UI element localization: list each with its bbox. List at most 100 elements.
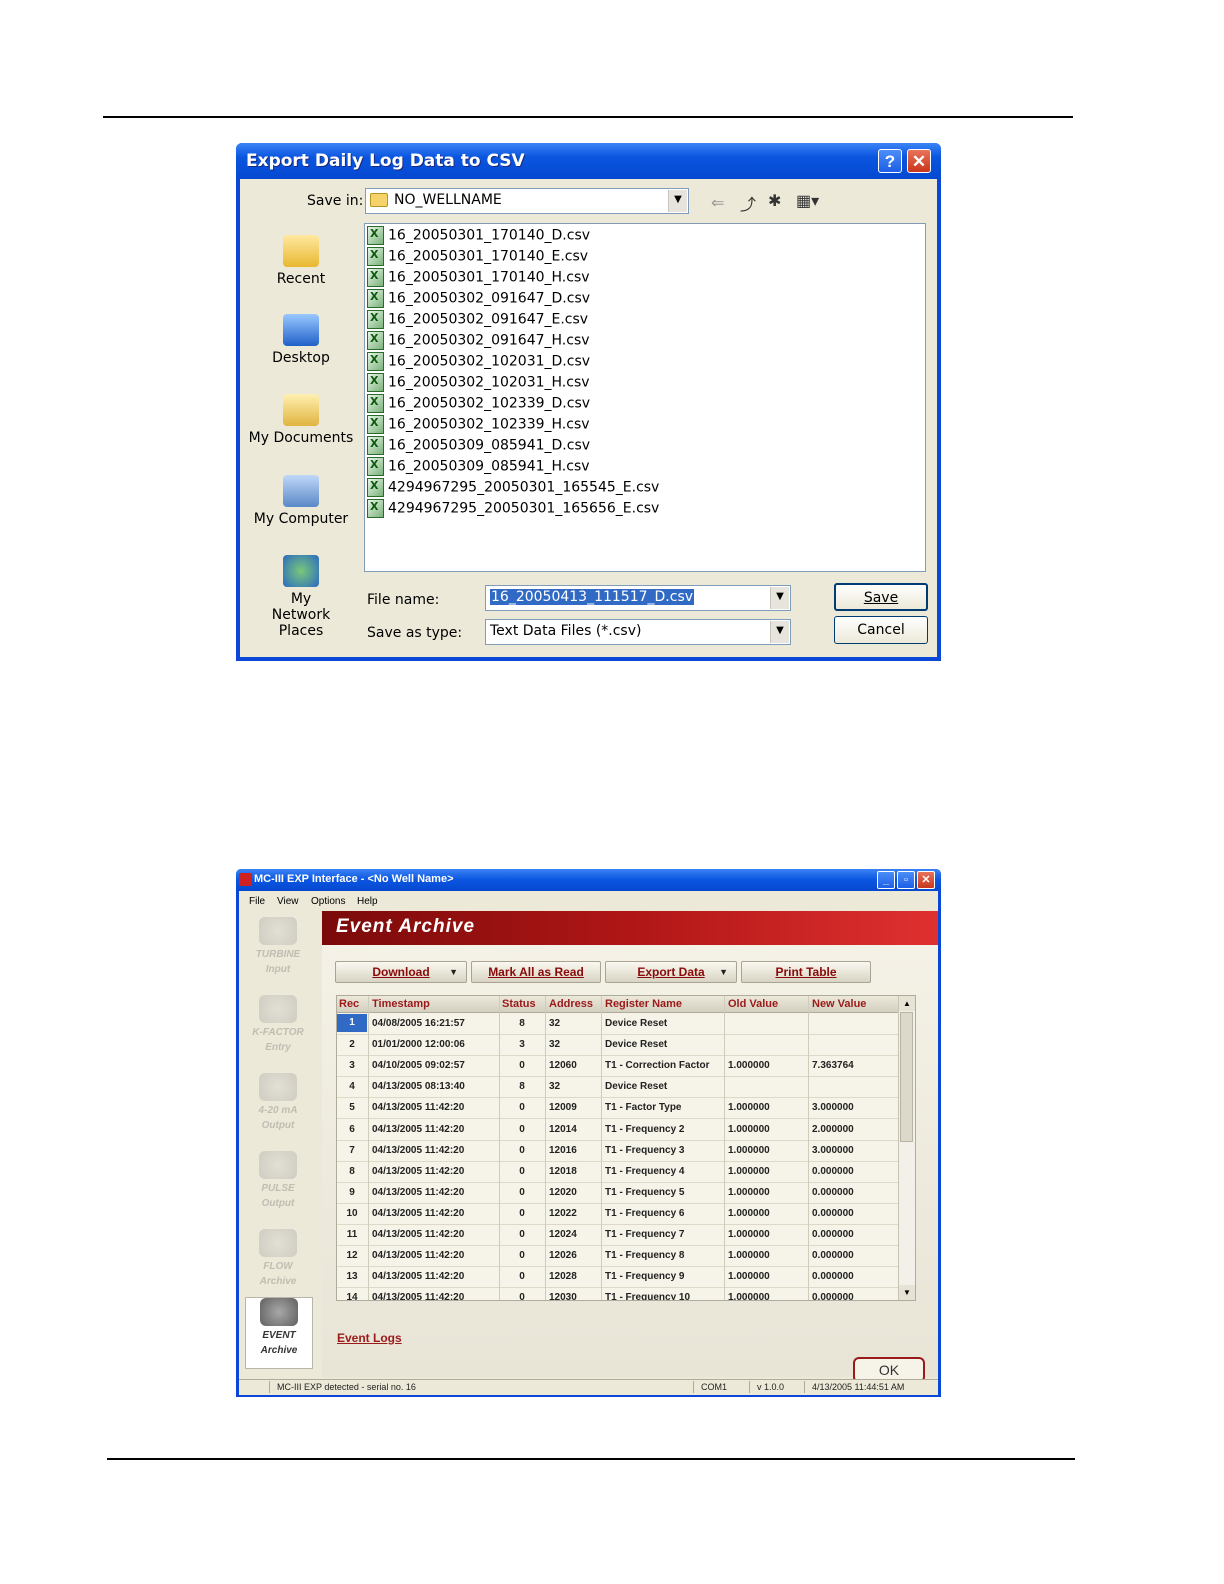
col-status[interactable]: Status bbox=[502, 998, 536, 1010]
print-table-button[interactable]: Print Table bbox=[741, 961, 871, 983]
table-row[interactable]: 1 04/08/2005 16:21:57 8 32 Device Reset bbox=[337, 1013, 899, 1035]
export-data-button[interactable]: Export Data ▼ bbox=[605, 961, 737, 983]
event-table[interactable]: Rec Timestamp Status Address Register Na… bbox=[336, 995, 916, 1301]
maximize-icon[interactable]: ▫ bbox=[897, 871, 915, 889]
col-new-value[interactable]: New Value bbox=[812, 998, 866, 1010]
close-icon[interactable]: ✕ bbox=[917, 871, 935, 889]
save-as-type-select[interactable]: Text Data Files (*.csv) ▼ bbox=[485, 619, 791, 645]
table-row[interactable]: 2 01/01/2000 12:00:06 3 32 Device Reset bbox=[337, 1034, 899, 1057]
chevron-down-icon[interactable]: ▼ bbox=[770, 587, 789, 609]
file-item[interactable]: 16_20050309_085941_D.csv bbox=[367, 436, 590, 457]
save-in-combo[interactable]: NO_WELLNAME ▼ bbox=[365, 188, 689, 214]
menu-bar: File View Options Help bbox=[239, 891, 938, 911]
place-recent[interactable]: Recent bbox=[242, 235, 360, 287]
place-desktop[interactable]: Desktop bbox=[242, 314, 360, 366]
scroll-up-icon[interactable]: ▲ bbox=[899, 996, 915, 1011]
back-icon[interactable]: ⇐ bbox=[711, 193, 724, 213]
cell-address: 12016 bbox=[549, 1144, 577, 1156]
file-item[interactable]: 4294967295_20050301_165656_E.csv bbox=[367, 499, 659, 520]
cell-register-name: Device Reset bbox=[605, 1039, 668, 1051]
cell-register-name: T1 - Frequency 10 bbox=[605, 1292, 691, 1301]
sidebar-item-turbine[interactable]: TURBINE Input bbox=[245, 917, 311, 977]
close-icon[interactable]: ✕ bbox=[907, 149, 931, 173]
csv-file-icon bbox=[367, 415, 384, 434]
chevron-down-icon[interactable]: ▼ bbox=[770, 621, 789, 643]
cell-rec: 6 bbox=[349, 1123, 355, 1135]
cell-new-value: 0.000000 bbox=[812, 1292, 854, 1301]
table-row[interactable]: 12 04/13/2005 11:42:20 0 12026 T1 - Frequenc… bbox=[337, 1245, 899, 1268]
file-item[interactable]: 16_20050301_170140_E.csv bbox=[367, 247, 588, 268]
table-row[interactable]: 6 04/13/2005 11:42:20 0 12014 T1 - Frequency… bbox=[337, 1119, 899, 1141]
chevron-down-icon[interactable]: ▼ bbox=[668, 190, 687, 212]
menu-help[interactable]: Help bbox=[357, 896, 378, 907]
table-row[interactable]: 4 04/13/2005 08:13:40 8 32 Device Reset bbox=[337, 1076, 899, 1099]
file-item[interactable]: 16_20050302_091647_E.csv bbox=[367, 310, 588, 331]
cancel-button[interactable]: Cancel bbox=[834, 616, 928, 644]
mark-all-read-button[interactable]: Mark All as Read bbox=[471, 961, 601, 983]
file-item[interactable]: 16_20050302_102031_H.csv bbox=[367, 373, 590, 394]
cell-timestamp: 04/13/2005 11:42:20 bbox=[372, 1186, 465, 1198]
minimize-icon[interactable]: _ bbox=[877, 871, 895, 889]
cell-timestamp: 04/13/2005 11:42:20 bbox=[372, 1102, 465, 1114]
menu-options[interactable]: Options bbox=[311, 896, 345, 907]
table-row[interactable]: 14 04/13/2005 11:42:20 0 12030 T1 - Frequenc… bbox=[337, 1287, 899, 1301]
table-row[interactable]: 9 04/13/2005 11:42:20 0 12020 T1 - Frequency… bbox=[337, 1182, 899, 1204]
table-row[interactable]: 13 04/13/2005 11:42:20 0 12028 T1 - Frequenc… bbox=[337, 1266, 899, 1289]
cell-new-value: 0.000000 bbox=[812, 1186, 854, 1198]
file-item[interactable]: 16_20050302_102339_H.csv bbox=[367, 415, 590, 436]
file-name-field[interactable]: 16_20050413_111517_D.csv ▼ bbox=[485, 585, 791, 611]
col-old-value[interactable]: Old Value bbox=[728, 998, 778, 1010]
sidebar-label: PULSE bbox=[261, 1183, 295, 1194]
menu-file[interactable]: File bbox=[249, 896, 265, 907]
place-my-documents[interactable]: My Documents bbox=[242, 394, 360, 446]
view-menu-icon[interactable]: ▦▾ bbox=[796, 191, 819, 211]
scroll-down-icon[interactable]: ▼ bbox=[899, 1285, 915, 1300]
up-folder-icon[interactable]: ⤴ bbox=[740, 191, 756, 215]
col-rec[interactable]: Rec bbox=[339, 998, 359, 1010]
new-folder-icon[interactable]: ✱ bbox=[768, 191, 781, 211]
sidebar-item-4-20-ma[interactable]: 4-20 mA Output bbox=[245, 1073, 311, 1133]
file-list[interactable]: 16_20050301_170140_D.csv 16_20050301_1701… bbox=[364, 223, 926, 572]
file-name: 16_20050301_170140_H.csv bbox=[388, 269, 590, 286]
table-row[interactable]: 5 04/13/2005 11:42:20 0 12009 T1 - Factor Ty… bbox=[337, 1097, 899, 1120]
status-bar: MC-III EXP detected - serial no. 16 COM1… bbox=[239, 1379, 938, 1395]
sidebar-item-flow-archive[interactable]: FLOW Archive bbox=[245, 1229, 311, 1289]
cell-register-name: Device Reset bbox=[605, 1081, 668, 1093]
file-item[interactable]: 16_20050302_091647_H.csv bbox=[367, 331, 590, 352]
file-name: 4294967295_20050301_165656_E.csv bbox=[388, 500, 660, 517]
download-button[interactable]: Download ▼ bbox=[335, 961, 467, 983]
csv-file-icon bbox=[367, 436, 384, 455]
table-row[interactable]: 8 04/13/2005 11:42:20 0 12018 T1 - Frequency… bbox=[337, 1161, 899, 1183]
file-item[interactable]: 16_20050309_085941_H.csv bbox=[367, 457, 590, 478]
file-item[interactable]: 16_20050302_102339_D.csv bbox=[367, 394, 590, 415]
table-row[interactable]: 11 04/13/2005 11:42:20 0 12024 T1 - Frequenc… bbox=[337, 1224, 899, 1246]
file-item[interactable]: 16_20050301_170140_D.csv bbox=[367, 226, 590, 247]
col-register-name[interactable]: Register Name bbox=[605, 998, 682, 1010]
table-scrollbar[interactable]: ▲ ▼ bbox=[898, 996, 915, 1300]
col-timestamp[interactable]: Timestamp bbox=[372, 998, 430, 1010]
file-item[interactable]: 16_20050301_170140_H.csv bbox=[367, 268, 590, 289]
file-item[interactable]: 16_20050302_091647_D.csv bbox=[367, 289, 590, 310]
table-row[interactable]: 10 04/13/2005 11:42:20 0 12022 T1 - Frequenc… bbox=[337, 1203, 899, 1225]
sidebar-item-event-archive[interactable]: EVENT Archive bbox=[245, 1297, 313, 1369]
scroll-thumb[interactable] bbox=[900, 1012, 913, 1142]
help-icon[interactable]: ? bbox=[878, 149, 902, 173]
sidebar-item-pulse[interactable]: PULSE Output bbox=[245, 1151, 311, 1211]
file-item[interactable]: 16_20050302_102031_D.csv bbox=[367, 352, 590, 373]
save-button[interactable]: Save bbox=[834, 583, 928, 611]
place-network[interactable]: My Network Places bbox=[242, 555, 360, 639]
place-my-computer[interactable]: My Computer bbox=[242, 475, 360, 527]
cell-status: 0 bbox=[519, 1060, 525, 1072]
menu-view[interactable]: View bbox=[277, 896, 299, 907]
tab-event-logs[interactable]: Event Logs bbox=[337, 1331, 402, 1345]
table-row[interactable]: 3 04/10/2005 09:02:57 0 12060 T1 - Correctio… bbox=[337, 1055, 899, 1078]
file-name: 16_20050302_102339_H.csv bbox=[388, 416, 590, 433]
cell-old-value: 1.000000 bbox=[728, 1250, 770, 1262]
table-row[interactable]: 7 04/13/2005 11:42:20 0 12016 T1 - Frequency… bbox=[337, 1140, 899, 1162]
col-address[interactable]: Address bbox=[549, 998, 593, 1010]
cell-rec: 12 bbox=[346, 1250, 358, 1262]
cell-address: 12014 bbox=[549, 1123, 577, 1135]
save-in-value: NO_WELLNAME bbox=[394, 192, 502, 208]
sidebar-item-k-factor[interactable]: K-FACTOR Entry bbox=[245, 995, 311, 1055]
file-item[interactable]: 4294967295_20050301_165545_E.csv bbox=[367, 478, 659, 499]
